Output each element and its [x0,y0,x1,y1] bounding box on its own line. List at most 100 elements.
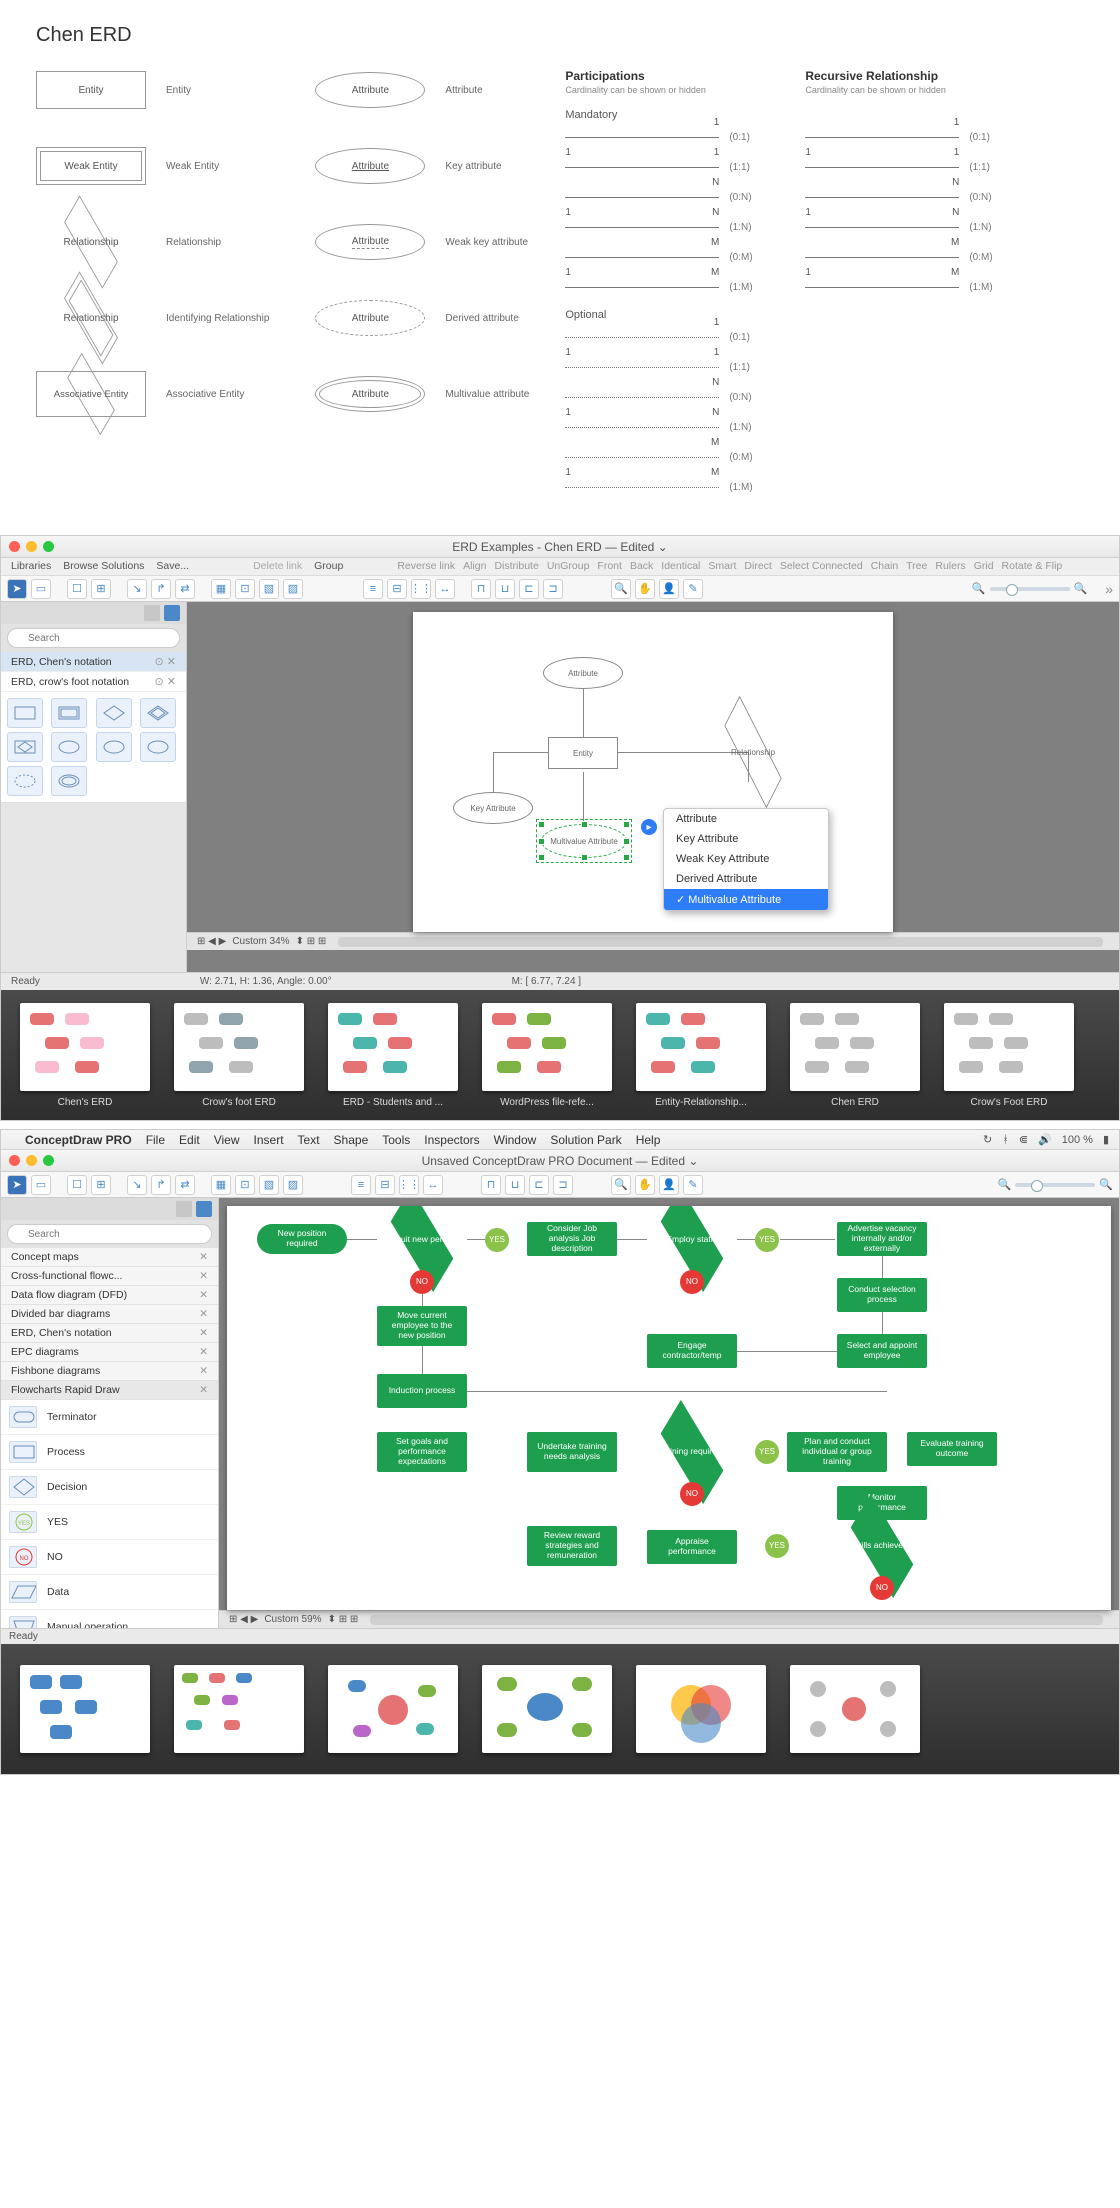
process-node[interactable]: Conduct selection process [837,1278,927,1312]
window-titlebar[interactable]: ERD Examples - Chen ERD — Edited ⌄ [1,536,1119,558]
tool-icon[interactable]: ▧ [259,579,279,599]
battery-icon[interactable]: ▮ [1103,1133,1109,1146]
thumb[interactable] [631,1665,771,1753]
thumbnail[interactable]: ERD - Students and ... [323,1003,463,1108]
menu-browse[interactable]: Browse Solutions [63,560,144,573]
tool-icon[interactable]: ▦ [211,579,231,599]
thumbnail[interactable]: WordPress file-refe... [477,1003,617,1108]
arrow-tool-icon[interactable]: ➤ [7,1175,27,1195]
menu-item-selected[interactable]: ✓ Multivalue Attribute [664,889,828,910]
tool-icon[interactable]: ⊐ [543,579,563,599]
menu-tools[interactable]: Tools [382,1133,410,1147]
tool-icon[interactable]: 👤 [659,1175,679,1195]
process-node[interactable]: Engage contractor/temp [647,1334,737,1368]
menu-item[interactable]: Back [630,560,653,573]
tool-icon[interactable]: ⊞ [91,1175,111,1195]
hscrollbar[interactable] [370,1615,1103,1625]
tool-icon[interactable]: ⊓ [481,1175,501,1195]
menu-item[interactable]: Align [463,560,486,573]
menu-item[interactable]: Front [597,560,622,573]
library-group[interactable]: Fishbone diagrams✕ [1,1362,218,1381]
hand-tool-icon[interactable]: ✋ [635,579,655,599]
tool-icon[interactable]: ↘ [127,579,147,599]
menu-shape[interactable]: Shape [334,1133,369,1147]
library-group[interactable]: EPC diagrams✕ [1,1343,218,1362]
menu-item[interactable]: Reverse link [397,560,455,573]
bluetooth-icon[interactable]: ᚼ [1002,1134,1009,1146]
zoom-slider[interactable]: 🔍🔍 [998,1178,1113,1191]
tool-icon[interactable]: ⊓ [471,579,491,599]
shape-item[interactable]: NONO [1,1540,218,1575]
tool-icon[interactable]: ≡ [351,1175,371,1195]
tool-icon[interactable]: ⊔ [505,1175,525,1195]
tool-icon[interactable]: ⊐ [553,1175,573,1195]
tool-icon[interactable]: ✎ [683,579,703,599]
tool-icon[interactable]: ▨ [283,1175,303,1195]
process-node[interactable]: Select and appoint employee [837,1334,927,1368]
minimize-icon[interactable] [26,541,37,552]
tool-icon[interactable]: ⋮⋮ [411,579,431,599]
tool-icon[interactable]: ⇄ [175,579,195,599]
search-tool-icon[interactable]: 🔍 [611,579,631,599]
hscrollbar[interactable] [338,937,1103,947]
library-search-input[interactable] [7,628,180,648]
zoom-value[interactable]: Custom 59% [264,1614,321,1625]
tool-icon[interactable]: ⊞ [91,579,111,599]
key-attribute-node[interactable]: Key Attribute [453,792,533,824]
hand-tool-icon[interactable]: ✋ [635,1175,655,1195]
menu-view[interactable]: View [214,1133,240,1147]
process-node[interactable]: Review reward strategies and remuneratio… [527,1526,617,1566]
grid-icon[interactable] [176,1201,192,1217]
thumb[interactable] [323,1665,463,1753]
tool-icon[interactable]: ↱ [151,1175,171,1195]
menu-inspectors[interactable]: Inspectors [424,1133,479,1147]
menu-file[interactable]: File [146,1133,165,1147]
library-group[interactable]: Cross-functional flowc...✕ [1,1267,218,1286]
tool-icon[interactable]: ≡ [363,579,383,599]
process-node[interactable]: Undertake training needs analysis [527,1432,617,1472]
yes-node[interactable]: YES [485,1228,509,1252]
menu-item[interactable]: Derived Attribute [664,869,828,889]
thumbnail[interactable]: Chen ERD [785,1003,925,1108]
menu-item[interactable]: UnGroup [547,560,590,573]
entity-node[interactable]: Entity [548,737,618,769]
menu-item[interactable]: Rulers [935,560,965,573]
menu-item[interactable]: Key Attribute [664,829,828,849]
process-node[interactable]: Move current employee to the new positio… [377,1306,467,1346]
library-group[interactable]: ERD, Chen's notation✕ [1,1324,218,1343]
shape-item[interactable]: YESYES [1,1505,218,1540]
tool-icon[interactable]: ⇄ [175,1175,195,1195]
shape-multi-attr[interactable] [51,766,87,796]
zoom-icon[interactable] [43,1155,54,1166]
menu-item[interactable]: Grid [974,560,994,573]
menu-text[interactable]: Text [298,1133,320,1147]
canvas[interactable]: Attribute Entity Relationship Key Attrib… [413,612,893,932]
tool-icon[interactable]: ☐ [67,579,87,599]
library-group[interactable]: Divided bar diagrams✕ [1,1305,218,1324]
tool-icon[interactable]: ⊔ [495,579,515,599]
menu-solution[interactable]: Solution Park [550,1133,621,1147]
shape-item[interactable]: Decision [1,1470,218,1505]
relationship-node[interactable]: Relationship [703,730,803,774]
decision-node[interactable]: Skills achieved? [837,1522,927,1570]
thumbnails-strip[interactable]: Chen's ERD Crow's foot ERD ERD - Student… [1,990,1119,1120]
library-group[interactable]: Concept maps✕ [1,1248,218,1267]
window-titlebar[interactable]: Unsaved ConceptDraw PRO Document — Edite… [1,1150,1119,1172]
search-icon[interactable] [196,1201,212,1217]
no-node[interactable]: NO [680,1482,704,1506]
shape-relationship[interactable] [96,698,132,728]
shape-entity[interactable] [7,698,43,728]
tool-icon[interactable]: ↔ [435,579,455,599]
library-item[interactable]: ERD, Chen's notation⊙ ✕ [1,652,186,672]
menu-item[interactable]: Rotate & Flip [1002,560,1063,573]
thumb[interactable] [15,1665,155,1753]
shape-item[interactable]: Manual operation [1,1610,218,1628]
menu-item[interactable]: Identical [661,560,700,573]
tool-icon[interactable]: ⊟ [375,1175,395,1195]
process-node[interactable]: Set goals and performance expectations [377,1432,467,1472]
thumb[interactable] [785,1665,925,1753]
search-tool-icon[interactable]: 🔍 [611,1175,631,1195]
yes-node[interactable]: YES [765,1534,789,1558]
process-node[interactable]: Advertise vacancy internally and/or exte… [837,1222,927,1256]
menu-item[interactable]: Direct [744,560,771,573]
